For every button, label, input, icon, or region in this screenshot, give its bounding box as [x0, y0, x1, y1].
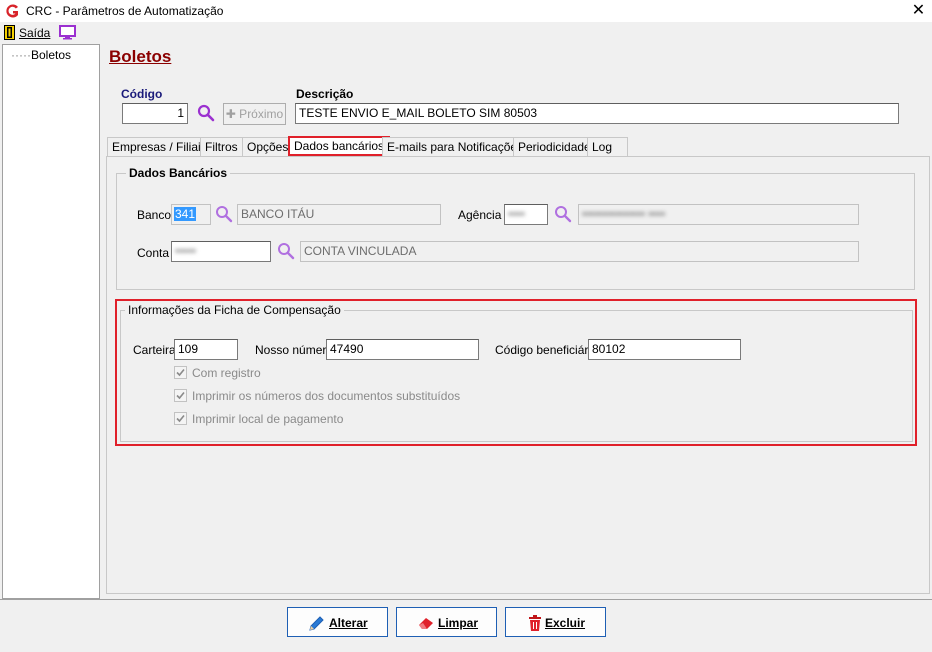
- agencia-label: Agência: [458, 208, 502, 222]
- checkmark-icon: [176, 368, 185, 377]
- tab-dados-bancarios[interactable]: Dados bancários: [288, 136, 391, 156]
- carteira-label: Carteira: [133, 343, 176, 357]
- tab-empresas-filiais[interactable]: Empresas / Filiais: [107, 137, 212, 156]
- menu-bar: Saída: [0, 22, 932, 43]
- agencia-name-field: ••••••••••••••• ••••: [578, 204, 859, 225]
- close-icon[interactable]: ✕: [905, 0, 932, 22]
- codigo-label: Código: [121, 87, 163, 101]
- menu-exit[interactable]: Saída: [19, 26, 50, 40]
- app-logo-icon: [6, 4, 19, 18]
- com-registro-checkbox[interactable]: [174, 366, 187, 379]
- conta-code-field[interactable]: •••••: [171, 241, 271, 262]
- nosso-numero-input[interactable]: 47490: [326, 339, 479, 360]
- exit-door-icon: [4, 25, 15, 40]
- conta-name-field: CONTA VINCULADA: [300, 241, 859, 262]
- agencia-code-field[interactable]: ••••: [504, 204, 548, 225]
- menu-exit-label: Saída: [19, 26, 51, 40]
- banco-code-value: 341: [174, 207, 197, 221]
- agencia-code-value: ••••: [508, 207, 525, 221]
- carteira-input[interactable]: 109: [174, 339, 238, 360]
- descricao-input[interactable]: TESTE ENVIO E_MAIL BOLETO SIM 80503: [295, 103, 899, 124]
- pencil-icon: [309, 616, 324, 631]
- navigation-tree: ·····Boletos: [2, 44, 100, 599]
- tree-item-boletos[interactable]: ·····Boletos: [11, 48, 71, 62]
- descricao-label: Descrição: [296, 87, 354, 101]
- banco-code-field[interactable]: 341: [171, 204, 211, 225]
- monitor-icon[interactable]: [59, 25, 76, 40]
- dados-bancarios-group: [116, 173, 915, 290]
- tab-log[interactable]: Log: [587, 137, 628, 156]
- imprimir-numeros-checkbox[interactable]: [174, 389, 187, 402]
- dados-bancarios-title: Dados Bancários: [126, 166, 231, 180]
- codigo-beneficiario-label: Código beneficiário: [495, 343, 598, 357]
- codigo-input[interactable]: 1: [122, 103, 188, 124]
- codigo-beneficiario-input[interactable]: 80102: [588, 339, 741, 360]
- tab-filtros[interactable]: Filtros: [200, 137, 243, 156]
- nosso-numero-label: Nosso número: [255, 343, 334, 357]
- banco-search-icon[interactable]: [215, 205, 233, 223]
- tree-connector: ·····: [11, 48, 31, 62]
- imprimir-local-checkbox[interactable]: [174, 412, 187, 425]
- alterar-label: Alterar: [329, 616, 368, 630]
- tree-item-label: Boletos: [30, 48, 72, 62]
- conta-code-value: •••••: [175, 244, 197, 258]
- imprimir-local-label: Imprimir local de pagamento: [192, 412, 344, 426]
- next-button[interactable]: ✚ Próximo: [223, 103, 286, 125]
- excluir-label: Excluir: [545, 616, 586, 630]
- banco-name-field: BANCO ITÁU: [237, 204, 441, 225]
- agencia-name-value: ••••••••••••••• ••••: [582, 207, 666, 221]
- tab-periodicidade[interactable]: Periodicidade: [513, 137, 596, 156]
- title-bar: CRC - Parâmetros de Automatização ✕: [0, 0, 932, 22]
- limpar-label: Limpar: [438, 616, 479, 630]
- checkmark-icon: [176, 414, 185, 423]
- conta-search-icon[interactable]: [277, 242, 295, 260]
- agencia-search-icon[interactable]: [554, 205, 572, 223]
- checkmark-icon: [176, 391, 185, 400]
- banco-label: Banco: [137, 208, 172, 222]
- imprimir-numeros-label: Imprimir os números dos documentos subst…: [192, 389, 461, 403]
- trash-icon: [529, 615, 541, 631]
- window-title: CRC - Parâmetros de Automatização: [26, 4, 224, 18]
- eraser-icon: [419, 618, 433, 629]
- search-icon[interactable]: [197, 104, 215, 122]
- tab-emails-notificacoes[interactable]: E-mails para Notificações: [382, 137, 529, 156]
- com-registro-label: Com registro: [192, 366, 261, 380]
- limpar-button[interactable]: Limpar: [396, 607, 497, 637]
- page-title: Boletos: [109, 47, 172, 66]
- conta-label: Conta: [137, 246, 170, 260]
- tab-opcoes[interactable]: Opções: [242, 137, 294, 156]
- ficha-title: Informações da Ficha de Compensação: [125, 303, 344, 317]
- excluir-button[interactable]: Excluir: [505, 607, 606, 637]
- alterar-button[interactable]: Alterar: [287, 607, 388, 637]
